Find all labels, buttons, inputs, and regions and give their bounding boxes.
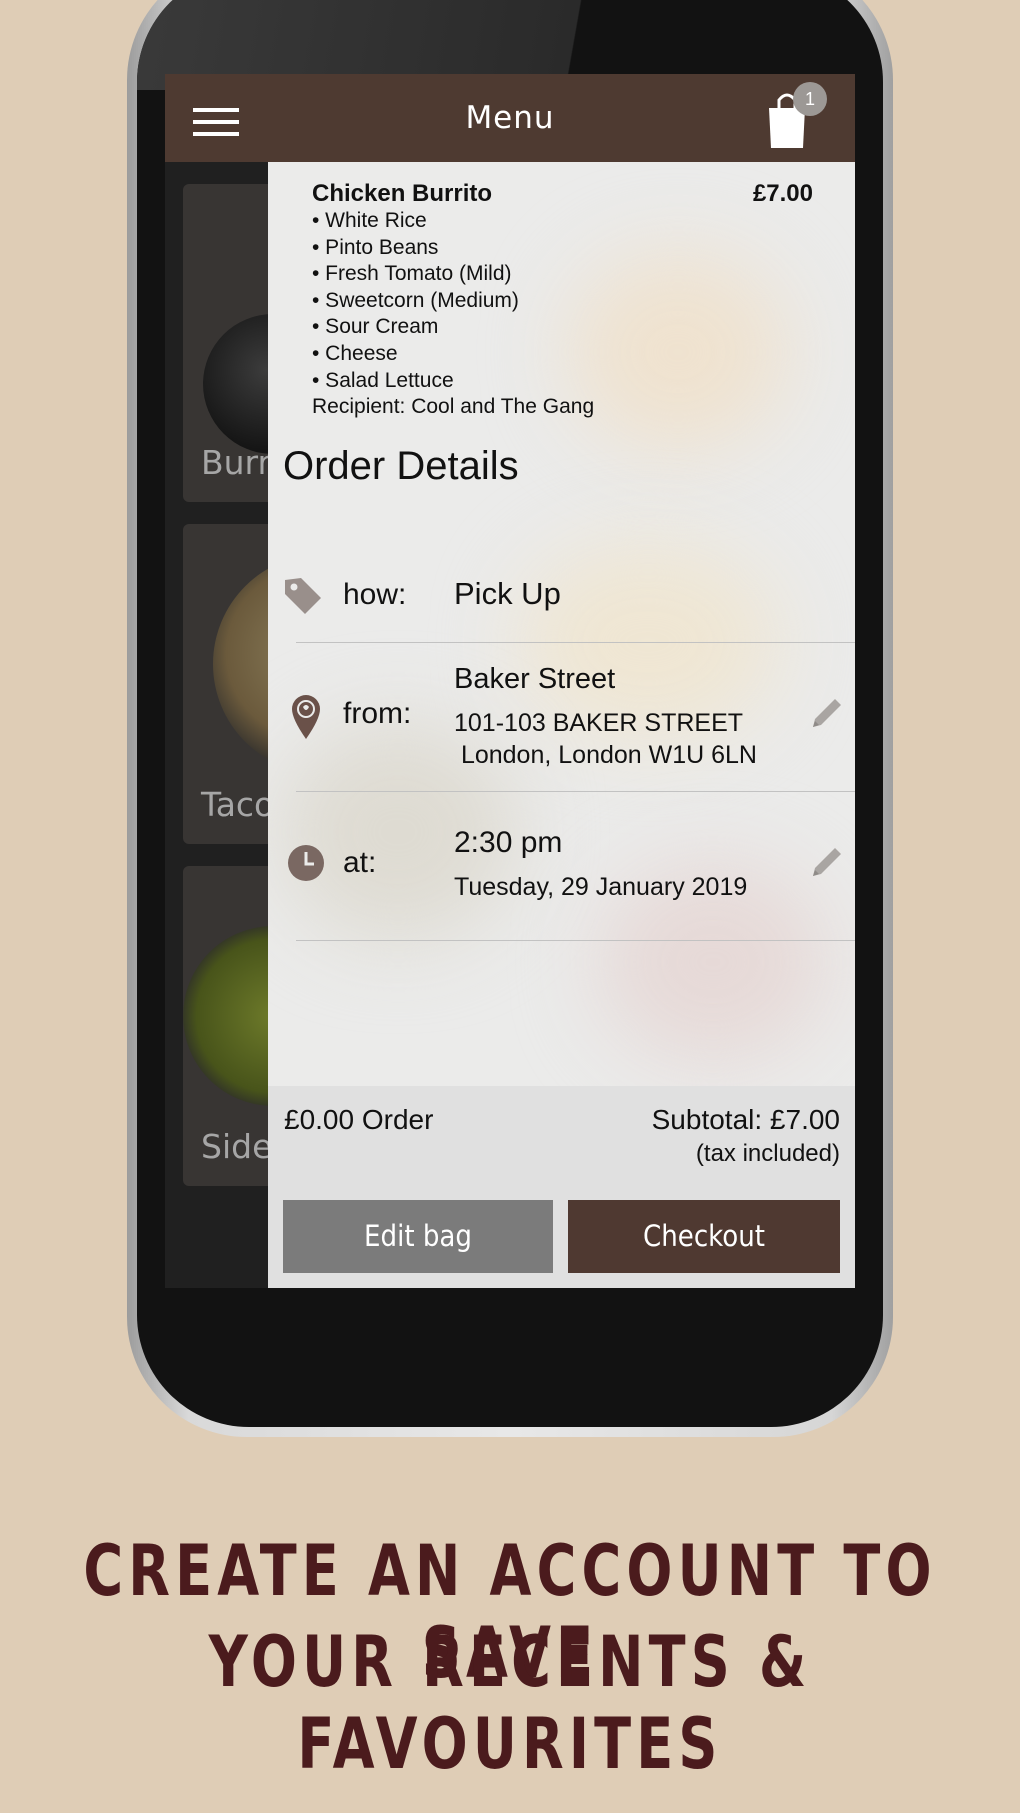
address-line-2: London, London W1U 6LN — [454, 741, 757, 769]
pencil-icon[interactable] — [807, 695, 845, 733]
checkout-button[interactable]: Checkout — [568, 1200, 840, 1273]
menu-card-label: Burr — [201, 443, 272, 482]
pickup-date: Tuesday, 29 January 2019 — [454, 873, 748, 901]
menu-card-label: Side — [201, 1127, 273, 1166]
how-label: how: — [343, 578, 407, 611]
item-option: • Cheese — [312, 341, 398, 365]
item-option: • Salad Lettuce — [312, 368, 454, 392]
at-label: at: — [343, 846, 377, 879]
pickup-location-row[interactable]: from: Baker Street 101-103 BAKER STREET … — [283, 643, 855, 791]
item-option: • Sour Cream — [312, 315, 439, 339]
item-option: • White Rice — [312, 209, 427, 232]
subtotal: Subtotal: £7.00 — [651, 1104, 840, 1135]
order-total: £0.00 Order — [284, 1104, 434, 1135]
edit-bag-button[interactable]: Edit bag — [283, 1200, 553, 1273]
address-line-1: 101-103 BAKER STREET — [454, 709, 744, 737]
app-bar: Menu 1 — [165, 74, 855, 162]
item-option: • Sweetcorn (Medium) — [312, 288, 519, 312]
item-name: Chicken Burrito — [312, 180, 493, 207]
page-title: Menu — [465, 100, 555, 136]
app-screen: Menu 1 Burr Taco Side Chicken Burrito £7… — [165, 74, 855, 1288]
order-details-title: Order Details — [283, 444, 519, 488]
item-option: • Pinto Beans — [312, 235, 439, 259]
from-label: from: — [343, 697, 412, 730]
menu-card-label: Taco — [201, 785, 275, 824]
clock-icon — [288, 845, 324, 881]
promo-line-2: YOUR RECENTS & FAVOURITES — [208, 1621, 812, 1785]
restaurant-name: Baker Street — [454, 663, 616, 695]
bag-drawer: Chicken Burrito £7.00 • White Rice • Pin… — [268, 162, 855, 1288]
bag-footer: £0.00 Order Subtotal: £7.00 (tax include… — [268, 1086, 855, 1288]
pickup-time-row[interactable]: at: 2:30 pm Tuesday, 29 January 2019 — [283, 792, 855, 940]
order-item[interactable]: Chicken Burrito £7.00 • White Rice • Pin… — [312, 180, 827, 420]
item-recipient: Recipient: Cool and The Gang — [312, 395, 595, 419]
how-value: Pick Up — [454, 576, 561, 611]
tag-icon — [285, 578, 321, 614]
pickup-time: 2:30 pm — [454, 826, 563, 859]
item-option: • Fresh Tomato (Mild) — [312, 262, 512, 286]
location-pin-icon — [292, 695, 320, 739]
order-method-row[interactable]: how: Pick Up — [283, 542, 855, 642]
tax-note: (tax included) — [695, 1140, 840, 1167]
item-price: £7.00 — [752, 180, 813, 207]
pencil-icon[interactable] — [807, 844, 845, 882]
bag-count-badge: 1 — [793, 82, 827, 116]
